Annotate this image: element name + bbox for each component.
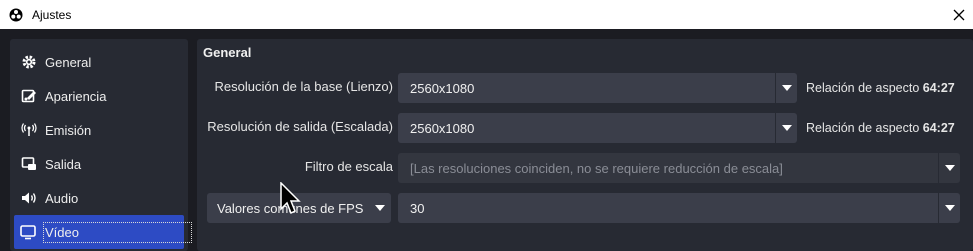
sidebar-item-label: Salida — [45, 156, 82, 172]
sidebar-item-general[interactable]: General — [10, 45, 188, 79]
sidebar-item-label: Vídeo — [43, 221, 192, 243]
fps-value: 30 — [410, 200, 425, 216]
aspect-value: 64:27 — [922, 81, 955, 95]
broadcast-icon — [20, 121, 38, 139]
video-settings-panel: General Resolución de la base (Lienzo) 2… — [197, 39, 973, 251]
base-aspect-ratio: Relación de aspecto 64:27 — [806, 81, 955, 95]
sidebar-item-label: Emisión — [45, 122, 92, 138]
base-resolution-value: 2560x1080 — [410, 80, 475, 96]
fps-value-combo[interactable]: 30 — [398, 193, 960, 223]
aspect-label: Relación de aspecto — [806, 81, 920, 95]
scale-filter-value: [Las resoluciones coinciden, no se requi… — [410, 160, 783, 176]
chevron-down-icon[interactable] — [938, 193, 960, 223]
sidebar-item-appearance[interactable]: Apariencia — [10, 79, 188, 113]
aspect-label: Relación de aspecto — [806, 121, 920, 135]
sidebar-item-label: Apariencia — [45, 88, 107, 104]
gear-icon — [20, 53, 38, 71]
window-title: Ajustes — [32, 7, 72, 22]
chevron-down-icon[interactable] — [369, 193, 391, 223]
mouse-cursor-icon — [280, 182, 301, 215]
output-resolution-value: 2560x1080 — [410, 120, 475, 136]
output-icon — [20, 155, 38, 173]
sidebar-item-video[interactable]: Vídeo — [14, 215, 192, 249]
sidebar-item-label: Audio — [45, 190, 79, 206]
sidebar-item-label: General — [45, 54, 92, 70]
chevron-down-icon[interactable] — [938, 153, 960, 183]
scale-filter-label: Filtro de escala — [304, 159, 393, 174]
output-resolution-combo[interactable]: 2560x1080 — [398, 113, 797, 143]
speaker-icon — [20, 189, 38, 207]
sidebar-item-audio[interactable]: Audio — [10, 181, 188, 215]
close-icon[interactable] — [945, 0, 973, 29]
output-resolution-label: Resolución de salida (Escalada) — [207, 119, 393, 134]
scale-filter-combo[interactable]: [Las resoluciones coinciden, no se requi… — [398, 153, 960, 183]
chevron-down-icon[interactable] — [775, 113, 797, 143]
output-aspect-ratio: Relación de aspecto 64:27 — [806, 121, 955, 135]
chevron-down-icon[interactable] — [775, 73, 797, 103]
aspect-value: 64:27 — [922, 121, 955, 135]
sidebar-item-output[interactable]: Salida — [10, 147, 188, 181]
sidebar-item-stream[interactable]: Emisión — [10, 113, 188, 147]
monitor-icon — [20, 223, 36, 241]
section-title: General — [203, 45, 252, 60]
base-resolution-label: Resolución de la base (Lienzo) — [214, 79, 394, 94]
title-bar: Ajustes — [0, 0, 973, 29]
settings-sidebar: General Apariencia Emisión Salida Audio — [10, 39, 192, 251]
base-resolution-combo[interactable]: 2560x1080 — [398, 73, 797, 103]
obs-logo-icon — [8, 7, 24, 23]
palette-icon — [20, 87, 38, 105]
settings-content: General Apariencia Emisión Salida Audio — [0, 29, 973, 251]
